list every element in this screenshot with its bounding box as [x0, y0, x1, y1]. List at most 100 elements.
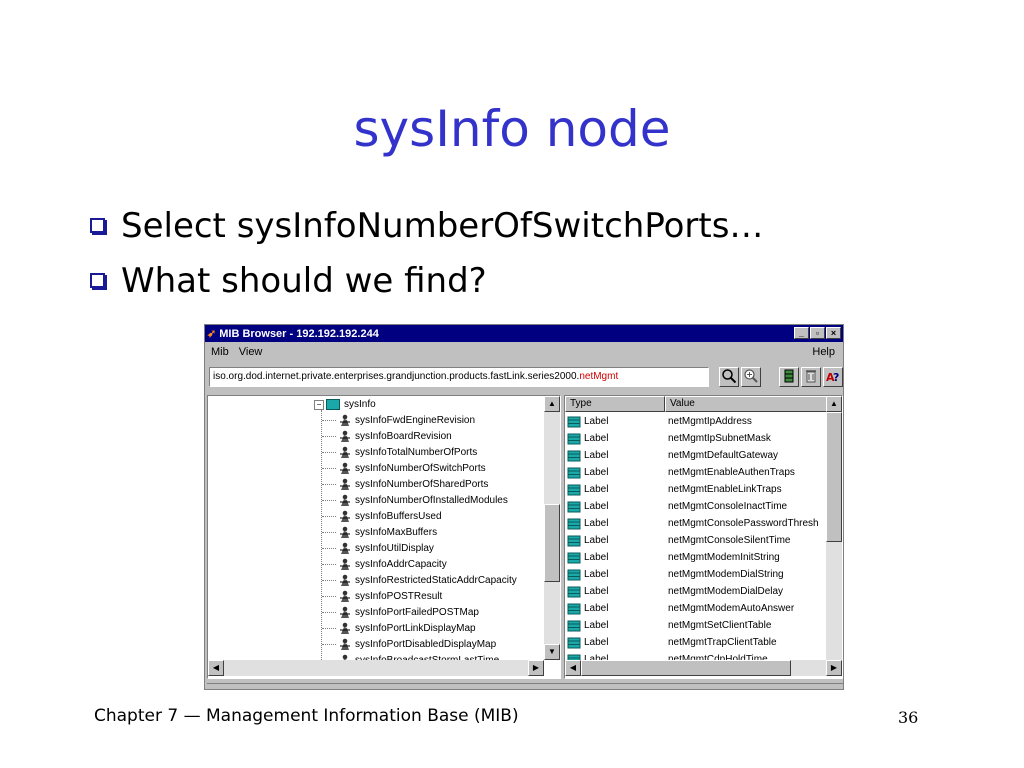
tree-item-label: sysInfoMaxBuffers: [355, 526, 438, 538]
tree-connector: [322, 547, 336, 549]
grid-row[interactable]: Label netMgmtConsoleSilentTime: [565, 532, 828, 549]
tree-connector: [322, 531, 336, 533]
row-value: netMgmtModemInitString: [668, 552, 780, 563]
tree-item[interactable]: sysInfoNumberOfInstalledModules: [322, 492, 517, 508]
scroll-up-button[interactable]: ▲: [544, 396, 560, 412]
mib-tree-pane[interactable]: − sysInfo sysInfoFwdEngineRevision sysInf…: [207, 395, 561, 679]
grid-row[interactable]: Label netMgmtConsolePasswordThresh: [565, 515, 828, 532]
grid-row[interactable]: Label netMgmtSetClientTable: [565, 617, 828, 634]
grid-row[interactable]: Label netMgmtModemAutoAnswer: [565, 600, 828, 617]
tree-horizontal-scrollbar[interactable]: ◀ ▶: [208, 660, 544, 676]
tree-item[interactable]: sysInfoFwdEngineRevision: [322, 412, 517, 428]
row-type: Label: [584, 518, 609, 529]
delete-button[interactable]: [801, 367, 821, 387]
tree-item-label: sysInfoUtilDisplay: [355, 542, 434, 554]
grid-row[interactable]: Label netMgmtConsoleInactTime: [565, 498, 828, 515]
tree-item[interactable]: sysInfoMaxBuffers: [322, 524, 517, 540]
leaf-node-icon: [340, 414, 350, 426]
minimize-button[interactable]: _: [794, 327, 809, 339]
tree-item-label: sysInfoNumberOfSwitchPorts: [355, 462, 486, 474]
scroll-up-button[interactable]: ▲: [826, 396, 842, 412]
oid-path-field[interactable]: iso.org.dod.internet.private.enterprises…: [209, 367, 709, 387]
menu-view[interactable]: View: [239, 346, 263, 358]
leaf-node-icon: [340, 462, 350, 474]
tree-item[interactable]: sysInfoPOSTResult: [322, 588, 517, 604]
tree-item[interactable]: sysInfoPortDisabledDisplayMap: [322, 636, 517, 652]
grid-horizontal-scrollbar[interactable]: ◀ ▶: [565, 660, 842, 676]
tree-item-label: sysInfoNumberOfInstalledModules: [355, 494, 508, 506]
grid-header: Type Value: [565, 396, 827, 412]
scroll-left-button[interactable]: ◀: [565, 660, 581, 676]
tree-root-label: sysInfo: [344, 399, 376, 410]
tree-item[interactable]: sysInfoRestrictedStaticAddrCapacity: [322, 572, 517, 588]
scroll-thumb[interactable]: [826, 412, 842, 542]
search-button[interactable]: [719, 367, 739, 387]
grid-row[interactable]: Label netMgmtTrapClientTable: [565, 634, 828, 651]
label-type-icon: [567, 416, 581, 427]
scroll-thumb[interactable]: [544, 504, 560, 582]
collapse-icon[interactable]: −: [314, 399, 324, 410]
row-type: Label: [584, 552, 609, 563]
leaf-node-icon: [340, 478, 350, 490]
footer-chapter: Chapter 7 — Management Information Base …: [94, 706, 519, 726]
grid-row[interactable]: Label netMgmtEnableAuthenTraps: [565, 464, 828, 481]
scroll-right-button[interactable]: ▶: [826, 660, 842, 676]
scroll-thumb[interactable]: [581, 660, 791, 676]
window-titlebar[interactable]: ➶ MIB Browser - 192.192.192.244 _ ▫ ×: [205, 325, 843, 342]
bullet-item: What should we find?: [90, 253, 763, 308]
tree-item[interactable]: sysInfoAddrCapacity: [322, 556, 517, 572]
menu-help[interactable]: Help: [812, 346, 835, 358]
label-type-icon: [567, 586, 581, 597]
close-button[interactable]: ×: [826, 327, 841, 339]
grid-button[interactable]: [779, 367, 799, 387]
grid-row[interactable]: Label netMgmtModemDialDelay: [565, 583, 828, 600]
leaf-node-icon: [340, 446, 350, 458]
grid-row[interactable]: Label netMgmtEnableLinkTraps: [565, 481, 828, 498]
tree-item[interactable]: sysInfoPortFailedPOSTMap: [322, 604, 517, 620]
label-type-icon: [567, 603, 581, 614]
label-type-icon: [567, 552, 581, 563]
row-value: netMgmtModemDialString: [668, 569, 784, 580]
label-type-icon: [567, 569, 581, 580]
label-type-icon: [567, 467, 581, 478]
tree-item[interactable]: sysInfoNumberOfSwitchPorts: [322, 460, 517, 476]
tree-root-node[interactable]: − sysInfo: [314, 397, 376, 412]
tree-item-label: sysInfoFwdEngineRevision: [355, 414, 476, 426]
row-value: netMgmtConsolePasswordThresh: [668, 518, 819, 529]
tree-item[interactable]: sysInfoPortLinkDisplayMap: [322, 620, 517, 636]
column-header-value[interactable]: Value: [665, 396, 827, 412]
mib-detail-pane[interactable]: Type Value Label netMgmtIpAddress Label net…: [564, 395, 843, 679]
grid-row[interactable]: Label netMgmtIpAddress: [565, 413, 828, 430]
tree-vertical-scrollbar[interactable]: ▲ ▼: [544, 396, 560, 660]
tree-item[interactable]: sysInfoBoardRevision: [322, 428, 517, 444]
grid-row[interactable]: Label netMgmtModemInitString: [565, 549, 828, 566]
row-value: netMgmtConsoleInactTime: [668, 501, 788, 512]
row-type: Label: [584, 586, 609, 597]
scroll-right-button[interactable]: ▶: [528, 660, 544, 676]
leaf-node-icon: [340, 558, 350, 570]
column-header-type[interactable]: Type: [565, 396, 665, 412]
zoom-button[interactable]: [741, 367, 761, 387]
row-type: Label: [584, 501, 609, 512]
grid-row[interactable]: Label netMgmtModemDialString: [565, 566, 828, 583]
tree-connector: [322, 419, 336, 421]
tree-item-label: sysInfoBuffersUsed: [355, 510, 442, 522]
restore-button[interactable]: ▫: [810, 327, 825, 339]
tree-item[interactable]: sysInfoTotalNumberOfPorts: [322, 444, 517, 460]
row-type: Label: [584, 637, 609, 648]
grid-row[interactable]: Label netMgmtDefaultGateway: [565, 447, 828, 464]
grid-vertical-scrollbar[interactable]: ▲: [826, 396, 842, 660]
grid-row[interactable]: Label netMgmtIpSubnetMask: [565, 430, 828, 447]
page-number: 36: [898, 708, 919, 727]
scroll-down-button[interactable]: ▼: [544, 644, 560, 660]
scroll-left-button[interactable]: ◀: [208, 660, 224, 676]
tree-item[interactable]: sysInfoUtilDisplay: [322, 540, 517, 556]
help-button[interactable]: A?: [823, 367, 843, 387]
tree-children: sysInfoFwdEngineRevision sysInfoBoardRevi…: [322, 412, 517, 668]
tree-connector: [322, 499, 336, 501]
tree-item[interactable]: sysInfoNumberOfSharedPorts: [322, 476, 517, 492]
menu-mib[interactable]: Mib: [211, 346, 229, 358]
tree-item-label: sysInfoPortFailedPOSTMap: [355, 606, 479, 618]
row-type: Label: [584, 416, 609, 427]
tree-item[interactable]: sysInfoBuffersUsed: [322, 508, 517, 524]
